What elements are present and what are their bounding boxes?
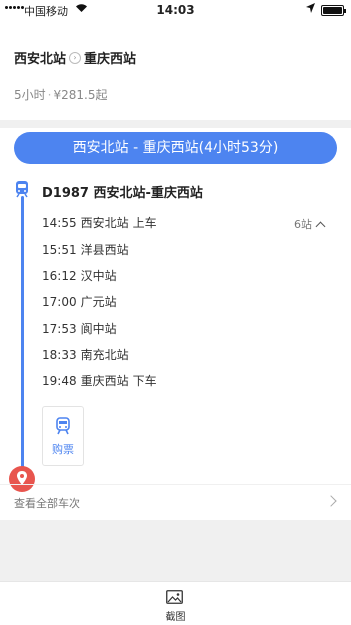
stop-time: 14:55 — [42, 216, 77, 230]
stop-action: 上车 — [132, 216, 157, 230]
chevron-up-icon — [315, 221, 326, 231]
view-all-label: 查看全部车次 — [14, 497, 80, 510]
train-name: D1987 西安北站-重庆西站 — [42, 186, 203, 201]
stop-station: 洋县西站 — [80, 243, 129, 257]
screenshot-label: 截图 — [165, 612, 186, 623]
to-station: 重庆西站 — [84, 52, 137, 67]
stop-row: 14:55 西安北站 上车 — [42, 214, 157, 231]
buy-ticket-button[interactable]: 购票 — [42, 406, 84, 466]
train-ticket-icon — [56, 417, 70, 435]
from-station: 西安北站 — [14, 52, 67, 67]
stop-row: 16:12 汉中站 — [42, 267, 117, 284]
price: ¥281.5起 — [53, 88, 108, 102]
route-header: 西安北站 › 重庆西站 5小时 · ¥281.5起 — [0, 20, 351, 120]
stop-station: 汉中站 — [80, 269, 117, 283]
route-card: 西安北站 - 重庆西站(4小时53分) D1987 西安北站-重庆西站 6站 1… — [0, 128, 351, 520]
stop-time: 16:12 — [42, 269, 77, 283]
clock: 14:03 — [156, 3, 195, 17]
separator: · — [47, 88, 52, 102]
duration: 5小时 — [14, 88, 46, 102]
stop-station: 西安北站 — [80, 216, 129, 230]
stop-time: 15:51 — [42, 243, 77, 257]
stop-time: 18:33 — [42, 348, 77, 362]
stop-row: 19:48 重庆西站 下车 — [42, 372, 157, 389]
view-all-trains[interactable]: 查看全部车次 — [0, 484, 351, 518]
chevron-right-circle-icon: › — [69, 51, 82, 64]
status-bar: 中国移动 14:03 — [0, 0, 351, 20]
battery-icon — [321, 5, 346, 16]
route-title: 西安北站 - 重庆西站(4小时53分) — [14, 132, 337, 164]
stop-row: 18:33 南充北站 — [42, 346, 129, 363]
chevron-right-icon — [325, 495, 337, 507]
route-line[interactable]: 西安北站 › 重庆西站 — [14, 48, 136, 67]
buy-ticket-label: 购票 — [52, 443, 74, 456]
stop-row: 17:53 阆中站 — [42, 320, 117, 337]
location-arrow-icon — [306, 3, 315, 16]
stops-toggle[interactable]: 6站 — [294, 216, 326, 232]
image-icon — [166, 590, 183, 604]
stop-station: 重庆西站 — [80, 374, 129, 388]
route-summary: 5小时 · ¥281.5起 — [14, 86, 107, 103]
stop-station: 阆中站 — [80, 322, 117, 336]
stop-row: 17:00 广元站 — [42, 293, 117, 310]
stop-row: 15:51 洋县西站 — [42, 241, 129, 258]
stop-station: 广元站 — [80, 295, 117, 309]
stop-time: 17:00 — [42, 295, 77, 309]
stop-time: 19:48 — [42, 374, 77, 388]
stop-action: 下车 — [132, 374, 157, 388]
bottom-bar: 截图 — [0, 581, 351, 625]
stops-count: 6站 — [294, 218, 312, 231]
train-icon — [16, 181, 28, 198]
stop-time: 17:53 — [42, 322, 77, 336]
stop-station: 南充北站 — [80, 348, 129, 362]
timeline-line — [21, 196, 24, 476]
